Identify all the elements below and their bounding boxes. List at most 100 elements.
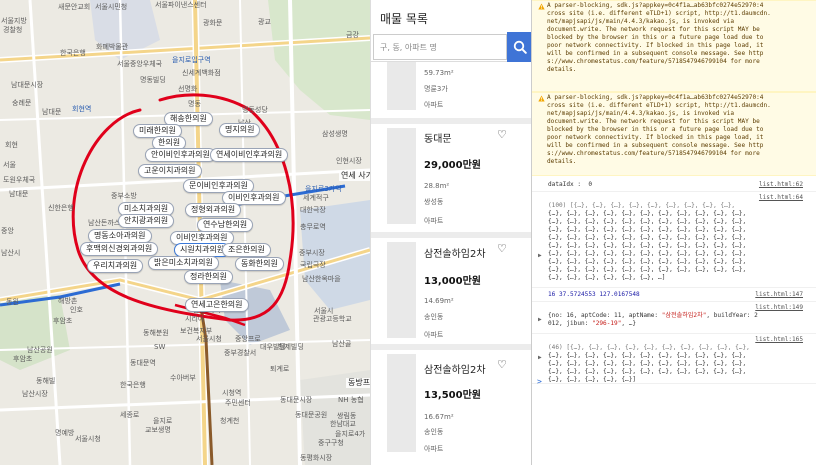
object-preview-name: "삼전솔하임2차" bbox=[661, 312, 707, 319]
listing-area: 28.8m² bbox=[424, 182, 450, 190]
listing-name: 동대문 bbox=[424, 134, 452, 145]
array-preview-line: {…}, {…}, {…}, {…}, {…}, {…}, {…}, {…}, … bbox=[548, 250, 747, 258]
warning-line: cross site (i.e. different eTLD+1) scrip… bbox=[547, 102, 771, 110]
map-place-label: 명동성당 bbox=[242, 106, 268, 114]
array-preview-line: {…}, {…}, {…}, {…}, {…}, {…}, {…}, {…}, … bbox=[548, 210, 747, 218]
map-clinic-marker[interactable]: 연세이비인후과의원 bbox=[210, 148, 289, 162]
listing-card[interactable]: 삼전솔하임2차 ♡ 13,000만원 14.69m² 송인동 아파트 bbox=[371, 238, 531, 344]
expand-arrow-icon[interactable]: ▶ bbox=[538, 354, 542, 362]
warning-line: poor network connectivity. If blocked in… bbox=[547, 42, 764, 50]
heart-icon[interactable]: ♡ bbox=[497, 128, 507, 141]
array-preview-line: {…}, {…}, {…}, {…}, {…}, {…}, {…}, {…}, … bbox=[548, 234, 747, 242]
warning-icon bbox=[538, 95, 545, 102]
map-place-label: 서울시 bbox=[314, 307, 334, 315]
map-clinic-marker[interactable]: 정형외과의원 bbox=[185, 203, 242, 217]
map-place-label: 광화문 bbox=[203, 19, 223, 27]
map-place-label: 남산공원 bbox=[27, 346, 53, 354]
map-place-label: 서울시청 bbox=[196, 335, 222, 343]
warning-icon bbox=[538, 3, 545, 10]
map-clinic-marker[interactable]: 밝은미소치과의원 bbox=[148, 256, 219, 270]
map-place-label: 경찰청 bbox=[3, 26, 23, 34]
map-clinic-marker[interactable]: 동화한의원 bbox=[235, 257, 284, 271]
map-place-label: 도원우체국 bbox=[3, 176, 36, 184]
map-place-label: 동평화시장 bbox=[300, 454, 333, 462]
listing-location: 명륜3가 bbox=[424, 85, 448, 93]
map-clinic-marker[interactable]: 연세고은한의원 bbox=[185, 298, 249, 312]
log-source-link[interactable]: list.html:165 bbox=[755, 336, 803, 344]
log-source-link[interactable]: list.html:62 bbox=[759, 181, 803, 189]
array-preview-line: {…}, {…}, {…}, {…}, {…}, {…}, {…}, {…}, … bbox=[548, 352, 747, 360]
map-place-label: 후암초 bbox=[53, 317, 73, 325]
log-source-link[interactable]: list.html:147 bbox=[755, 291, 803, 299]
listing-card[interactable]: 동대문 ♡ 29,000만원 28.8m² 쌍성동 아파트 bbox=[371, 124, 531, 232]
warning-line: s://www.chromestatus.com/feature/5718547… bbox=[547, 150, 760, 158]
listing-thumbnail bbox=[387, 354, 416, 452]
listing-card[interactable]: 삼전솔하임2차 ♡ 13,500만원 16.67m² 송인동 아파트 bbox=[371, 350, 531, 465]
map-place-label: 한국은행 bbox=[120, 381, 146, 389]
warning-line: poor network connectivity. If blocked in… bbox=[547, 134, 764, 142]
map-clinic-marker[interactable]: 명지의원 bbox=[219, 123, 261, 137]
listing-thumbnail bbox=[387, 62, 416, 110]
map-clinic-marker[interactable]: 고운이치과의원 bbox=[138, 164, 202, 178]
map-place-label: NH 농협 bbox=[338, 396, 364, 404]
map-place-label: 남대문시장 bbox=[11, 81, 44, 89]
log-source-link[interactable]: list.html:64 bbox=[759, 194, 803, 202]
map-clinic-marker[interactable]: 명동소아과의원 bbox=[88, 229, 152, 243]
map-place-label: 동원 bbox=[6, 298, 19, 306]
expand-arrow-icon[interactable]: ▶ bbox=[538, 252, 542, 260]
expand-arrow-icon[interactable]: ▶ bbox=[538, 316, 542, 324]
map-place-label: 을지로입구역 bbox=[172, 56, 211, 64]
warning-line: will be confirmed in a subsequent consol… bbox=[547, 50, 764, 58]
map-place-label: 형제빌딩 bbox=[278, 343, 304, 351]
map-clinic-marker[interactable]: 안치광과의원 bbox=[118, 214, 175, 228]
devtools-console[interactable]: A parser-blocking, sdk.js?appkey=0c4f1a…… bbox=[531, 0, 816, 465]
map-view[interactable]: 새문안교회 서울시민청 서울파이낸스센터 서울지방 경찰청 광화문 광교 금강 한국은행 화폐박물… bbox=[0, 0, 370, 465]
array-preview-line: {…}, {…}, {…}, {…}, {…}, {…}, {…}, {…}, … bbox=[548, 360, 747, 368]
console-prompt-icon[interactable]: > bbox=[537, 377, 542, 386]
map-place-label: 남대문 bbox=[9, 190, 29, 198]
listing-thumbnail bbox=[387, 128, 416, 224]
map-clinic-marker[interactable]: 조은한의원 bbox=[222, 243, 271, 257]
map-place-label: 중부시장 bbox=[299, 249, 325, 257]
map-place-label: 중부소방 bbox=[111, 192, 137, 200]
map-place-label: 명동빌딩 bbox=[140, 76, 166, 84]
console-log-row[interactable]: list.html:64 ▶ (100) [{…}, {…}, {…}, {…}… bbox=[532, 192, 816, 288]
map-clinic-marker[interactable]: 연수남한의원 bbox=[197, 218, 254, 232]
map-place-label: 서울중앙우체국 bbox=[117, 60, 163, 68]
search-button[interactable] bbox=[507, 32, 531, 62]
map-station-label: 연세 사가 bbox=[339, 171, 370, 181]
search-input[interactable] bbox=[373, 34, 507, 60]
console-log-row[interactable]: list.html:149 ▶ {no: 16, aptCode: 11, ap… bbox=[532, 302, 816, 334]
map-place-label: SW bbox=[154, 343, 166, 351]
listing-type: 아파트 bbox=[424, 101, 444, 109]
map-place-label: 명동 bbox=[188, 100, 201, 108]
app-window: 새문안교회 서울시민청 서울파이낸스센터 서울지방 경찰청 광화문 광교 금강 한국은행 화폐박물… bbox=[0, 0, 816, 465]
map-place-label: 해방촌 bbox=[58, 297, 78, 305]
map-place-label: 교보생명 bbox=[145, 426, 171, 434]
heart-icon[interactable]: ♡ bbox=[497, 242, 507, 255]
log-source-link[interactable]: list.html:149 bbox=[755, 304, 803, 312]
map-place-label: 한남대교 bbox=[330, 420, 356, 428]
console-log-row[interactable]: list.html:165 ▶ (46) [{…}, {…}, {…}, {…}… bbox=[532, 334, 816, 384]
console-warning[interactable]: A parser-blocking, sdk.js?appkey=0c4f1a…… bbox=[532, 0, 816, 92]
map-place-label: 세종로 bbox=[120, 411, 140, 419]
warning-line: net/mapjsapi/js/main/4.4.3/kakao.js, is … bbox=[547, 110, 735, 118]
console-log-row: dataIdx : 0 list.html:62 bbox=[532, 178, 816, 192]
map-place-label: 충무로역 bbox=[300, 223, 326, 231]
listing-card[interactable]: 59.73m² 명륜3가 아파트 bbox=[371, 62, 531, 118]
listing-area: 14.69m² bbox=[424, 297, 454, 305]
array-preview-line: {…}, {…}, {…}, {…}, {…}, {…}, {…}, {…}, … bbox=[548, 218, 747, 226]
warning-line: s://www.chromestatus.com/feature/5718547… bbox=[547, 58, 760, 66]
warning-line: document.write. The network request for … bbox=[547, 118, 760, 126]
map-place-label: 숭례문 bbox=[12, 99, 32, 107]
map-place-label: 신세계백화점 bbox=[182, 69, 221, 77]
map-clinic-marker[interactable]: 안이비인후과의원 bbox=[145, 148, 216, 162]
listing-title: 매물 목록 bbox=[380, 12, 428, 26]
object-preview-text: , …} bbox=[621, 320, 637, 327]
map-clinic-marker[interactable]: 정라한의원 bbox=[184, 270, 233, 284]
map-clinic-marker[interactable]: 후맥의신경외과의원 bbox=[80, 242, 159, 256]
console-warning[interactable]: A parser-blocking, sdk.js?appkey=0c4f1a…… bbox=[532, 92, 816, 176]
heart-icon[interactable]: ♡ bbox=[497, 358, 507, 371]
object-preview-text: 012, jibun: bbox=[548, 320, 593, 327]
map-clinic-marker[interactable]: 우리치과의원 bbox=[87, 259, 144, 273]
